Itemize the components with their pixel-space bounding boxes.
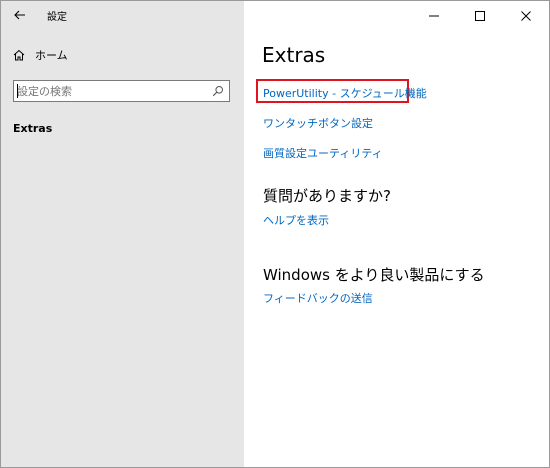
search-icon[interactable] [212,85,224,97]
help-section-title: 質問がありますか? [263,187,391,205]
send-feedback-link[interactable]: フィードバックの送信 [263,290,373,306]
feedback-section-title: Windows をより良い製品にする [263,266,485,284]
settings-window: 設定 ホーム Extras [0,0,550,468]
home-label: ホーム [35,49,68,62]
search-box[interactable] [13,80,230,102]
main-content: Extras PowerUtility - スケジュール機能 ワンタッチボタン設… [244,1,549,467]
minimize-icon [429,15,439,17]
sidebar-item-extras[interactable]: Extras [13,122,52,135]
image-quality-utility-link[interactable]: 画質設定ユーティリティ [263,145,383,161]
maximize-icon [475,11,485,21]
home-nav-item[interactable]: ホーム [13,47,68,63]
page-title: Extras [262,43,326,67]
powerutility-schedule-link[interactable]: PowerUtility - スケジュール機能 [263,85,427,101]
close-icon [521,11,531,21]
minimize-button[interactable] [411,1,457,31]
back-button[interactable] [7,3,33,27]
window-controls [411,1,549,31]
sidebar: 設定 ホーム Extras [1,1,244,467]
window-title: 設定 [47,12,67,23]
title-bar: 設定 [1,1,244,31]
back-arrow-icon [14,10,25,20]
maximize-button[interactable] [457,1,503,31]
home-icon [13,49,25,61]
one-touch-button-settings-link[interactable]: ワンタッチボタン設定 [263,115,373,131]
text-caret [17,84,18,98]
close-button[interactable] [503,1,549,31]
search-input[interactable] [17,83,207,99]
show-help-link[interactable]: ヘルプを表示 [263,212,329,228]
